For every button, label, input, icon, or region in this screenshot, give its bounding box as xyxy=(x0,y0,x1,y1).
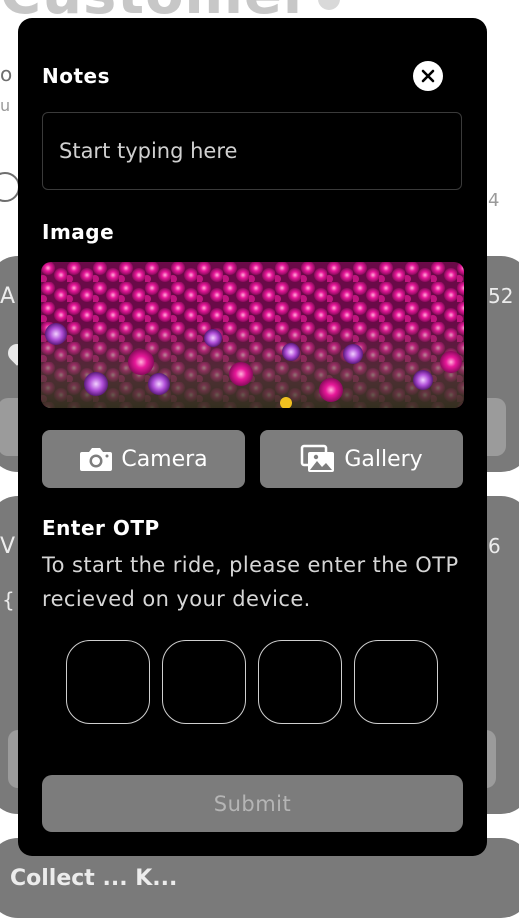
otp-title: Enter OTP xyxy=(42,516,160,540)
gallery-label: Gallery xyxy=(344,446,423,472)
image-preview xyxy=(41,262,464,408)
otp-description: To start the ride, please enter the OTP … xyxy=(42,553,459,611)
camera-icon xyxy=(80,448,113,471)
submit-button[interactable]: Submit xyxy=(42,775,463,832)
bg-text-fragment: 4 xyxy=(488,190,500,211)
otp-digit-input[interactable] xyxy=(66,640,150,724)
image-title: Image xyxy=(42,220,115,244)
notes-otp-modal: Notes Image xyxy=(18,18,487,856)
gallery-button[interactable]: Gallery xyxy=(260,430,463,488)
camera-label: Camera xyxy=(121,446,208,472)
notes-input[interactable] xyxy=(42,112,462,190)
bg-status-dot xyxy=(318,0,340,10)
close-button[interactable] xyxy=(413,61,443,91)
bg-info-icon xyxy=(0,172,20,202)
bg-text-fragment: u xyxy=(0,96,11,115)
camera-button[interactable]: Camera xyxy=(42,430,245,488)
gallery-icon xyxy=(301,444,335,472)
notes-title: Notes xyxy=(42,64,111,88)
bg-text-fragment: o xyxy=(0,62,13,86)
otp-digit-input[interactable] xyxy=(354,640,438,724)
close-icon xyxy=(421,69,435,83)
otp-digit-input[interactable] xyxy=(258,640,342,724)
otp-digit-input[interactable] xyxy=(162,640,246,724)
